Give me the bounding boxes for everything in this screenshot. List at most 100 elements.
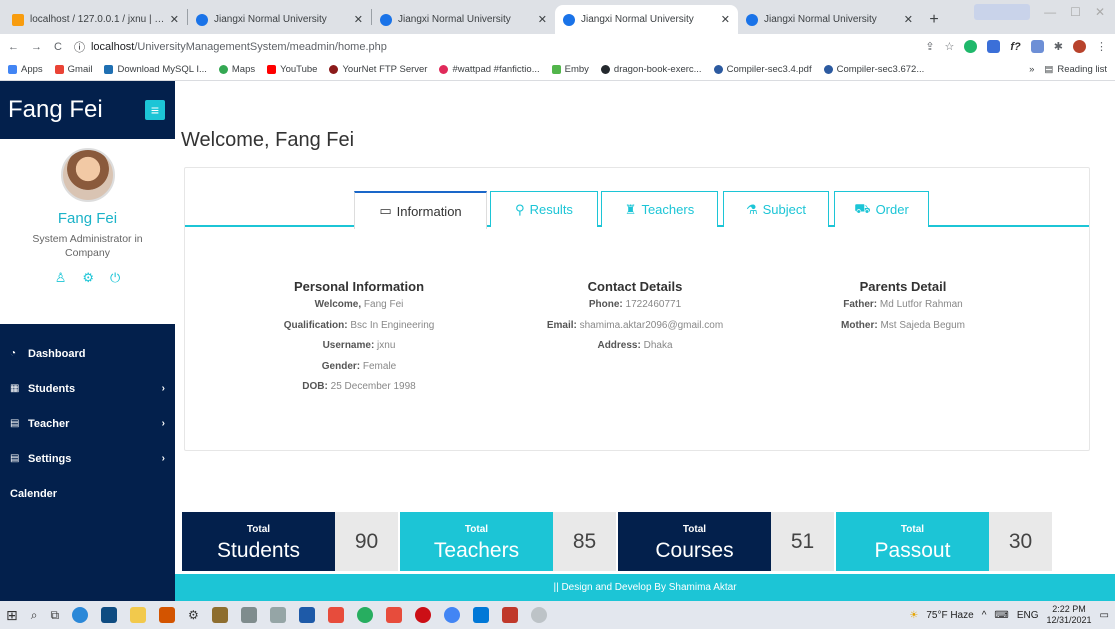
folder-icon[interactable] bbox=[130, 607, 147, 623]
bookmark-item[interactable]: Compiler-sec3.4.pdf bbox=[713, 64, 812, 75]
gear-icon[interactable]: ⚙ bbox=[82, 270, 94, 286]
extension-icon[interactable] bbox=[964, 40, 978, 53]
back-icon[interactable]: ← bbox=[8, 41, 19, 53]
page-title: Welcome, Fang Fei bbox=[181, 129, 355, 151]
apps-grid-icon bbox=[8, 65, 17, 74]
sidebar-item-dashboard[interactable]: ◔ Dashboard bbox=[0, 336, 175, 371]
tab-order[interactable]: ⛟ Order bbox=[834, 191, 929, 227]
info-row: Father: Md Lutfor Rahman bbox=[843, 299, 963, 310]
sidebar: Fang Fei ≡ Fang Fei System Administrator… bbox=[0, 81, 175, 601]
section-heading: Parents Detail bbox=[859, 279, 947, 294]
puzzle-icon[interactable]: ✱ bbox=[1054, 40, 1063, 53]
sidebar-item-teacher[interactable]: ▤ Teacher › bbox=[0, 406, 175, 441]
opera-icon[interactable] bbox=[414, 607, 431, 623]
stat-value: 90 bbox=[335, 512, 398, 571]
url-field[interactable]: ⓘ localhost/UniversityManagementSystem/m… bbox=[74, 39, 913, 55]
browser-tab-active[interactable]: Jiangxi Normal University ✕ bbox=[555, 5, 738, 34]
forward-icon[interactable]: → bbox=[31, 41, 42, 53]
bookmark-item[interactable]: YourNet FTP Server bbox=[329, 64, 427, 75]
app-icon[interactable] bbox=[269, 607, 286, 623]
menu-toggle-icon[interactable]: ≡ bbox=[145, 100, 165, 120]
extension-icon[interactable] bbox=[987, 40, 1001, 53]
app-icon[interactable] bbox=[240, 607, 257, 623]
menu-dots-icon[interactable]: ⋮ bbox=[1096, 40, 1107, 53]
task-view-icon[interactable]: ⧉ bbox=[50, 608, 59, 623]
vscode-icon[interactable] bbox=[472, 607, 489, 623]
app-icon[interactable] bbox=[530, 607, 547, 623]
tab-teachers[interactable]: ♜ Teachers bbox=[601, 191, 718, 227]
profile-chip[interactable] bbox=[974, 4, 1031, 20]
language-indicator[interactable]: ENG bbox=[1017, 610, 1039, 621]
windows-start-icon[interactable]: ⊞ bbox=[6, 607, 18, 624]
weather-text[interactable]: 75°F Haze bbox=[926, 610, 973, 621]
info-row: Welcome, Fang Fei bbox=[314, 299, 404, 310]
browser-tab[interactable]: Jiangxi Normal University ✕ bbox=[372, 5, 555, 34]
office-icon[interactable] bbox=[385, 607, 402, 623]
app-icon[interactable] bbox=[327, 607, 344, 623]
sidebar-item-students[interactable]: ▦ Students › bbox=[0, 371, 175, 406]
bookmark-item[interactable]: Apps bbox=[8, 64, 43, 75]
avatar-icon[interactable] bbox=[1073, 40, 1086, 53]
share-icon[interactable]: ⇪ bbox=[925, 40, 934, 53]
browser-tab[interactable]: localhost / 127.0.0.1 / jxnu | php ✕ bbox=[4, 5, 187, 34]
close-icon[interactable]: ✕ bbox=[538, 13, 547, 26]
system-tray: ☀ 75°F Haze ^ ⌨ ENG 2:22 PM 12/31/2021 ▭ bbox=[909, 604, 1109, 626]
info-icon[interactable]: ⓘ bbox=[74, 39, 85, 55]
bookmark-item[interactable]: Compiler-sec3.672... bbox=[823, 64, 924, 75]
new-tab-button[interactable]: + bbox=[921, 5, 947, 34]
formula-extension-icon[interactable]: f? bbox=[1010, 41, 1020, 53]
ftp-icon bbox=[329, 65, 339, 74]
sublime-icon[interactable] bbox=[159, 607, 176, 623]
settings-icon[interactable]: ⚙ bbox=[188, 608, 199, 622]
notification-icon[interactable]: ▭ bbox=[1100, 610, 1109, 621]
edge-icon[interactable] bbox=[72, 607, 89, 623]
bookmark-item[interactable]: Emby bbox=[551, 64, 589, 75]
close-window-button[interactable]: ✕ bbox=[1095, 5, 1105, 19]
bookmark-item[interactable]: dragon-book-exerc... bbox=[600, 64, 702, 75]
results-icon: ⚲ bbox=[515, 201, 525, 217]
tab-information[interactable]: ▭ Information bbox=[354, 191, 487, 229]
chevron-up-icon[interactable]: ^ bbox=[982, 610, 987, 621]
browser-tab[interactable]: Jiangxi Normal University ✕ bbox=[738, 5, 921, 34]
monitor-icon: ▭ bbox=[379, 203, 392, 218]
reading-list-button[interactable]: ▤ Reading list bbox=[1044, 64, 1107, 75]
close-icon[interactable]: ✕ bbox=[904, 13, 913, 26]
pen-icon[interactable] bbox=[211, 607, 228, 623]
app-icon[interactable] bbox=[356, 607, 373, 623]
stat-value: 51 bbox=[771, 512, 834, 571]
bookmark-item[interactable]: Gmail bbox=[54, 64, 92, 75]
close-icon[interactable]: ✕ bbox=[721, 13, 730, 26]
contact-details: Contact Details Phone: 1722460771 Email:… bbox=[515, 278, 755, 357]
word-icon[interactable] bbox=[298, 607, 315, 623]
keyboard-icon[interactable]: ⌨ bbox=[994, 610, 1008, 621]
star-icon[interactable]: ☆ bbox=[945, 40, 955, 53]
sidebar-item-calender[interactable]: Calender bbox=[0, 476, 175, 511]
bookmark-item[interactable]: Download MySQL I... bbox=[104, 64, 207, 75]
search-icon[interactable]: ⌕ bbox=[31, 608, 38, 623]
power-icon[interactable]: ⏻ bbox=[110, 270, 120, 286]
main-content: Welcome, Fang Fei ▭ Information ⚲ Results … bbox=[175, 81, 1115, 601]
sidebar-item-settings[interactable]: ▤ Settings › bbox=[0, 441, 175, 476]
browser-tab[interactable]: Jiangxi Normal University ✕ bbox=[188, 5, 371, 34]
bookmark-item[interactable]: YouTube bbox=[267, 64, 317, 75]
user-profile-card: Fang Fei System Administrator in Company… bbox=[0, 139, 175, 324]
tab-subject[interactable]: ⚗ Subject bbox=[723, 191, 829, 227]
extension-icon[interactable] bbox=[1030, 40, 1044, 53]
close-icon[interactable]: ✕ bbox=[170, 13, 179, 26]
chrome-icon[interactable] bbox=[443, 607, 460, 623]
minimize-button[interactable]: — bbox=[1044, 5, 1056, 19]
sidebar-header: Fang Fei ≡ bbox=[0, 81, 175, 139]
mail-icon[interactable] bbox=[101, 607, 118, 623]
tab-results[interactable]: ⚲ Results bbox=[490, 191, 598, 227]
bookmarks-overflow-button[interactable]: » bbox=[1029, 64, 1034, 75]
bookmark-item[interactable]: #wattpad #fanfictio... bbox=[439, 64, 540, 75]
pdf-site-icon bbox=[823, 65, 833, 74]
brand-title[interactable]: Fang Fei bbox=[8, 96, 103, 124]
clock[interactable]: 2:22 PM 12/31/2021 bbox=[1047, 604, 1092, 626]
close-icon[interactable]: ✕ bbox=[354, 13, 363, 26]
bookmark-item[interactable]: Maps bbox=[218, 64, 255, 75]
maximize-button[interactable]: ☐ bbox=[1070, 5, 1081, 19]
user-icon[interactable]: ♙ bbox=[55, 270, 67, 286]
pdf-icon[interactable] bbox=[501, 607, 518, 623]
reload-icon[interactable]: C bbox=[54, 41, 62, 53]
